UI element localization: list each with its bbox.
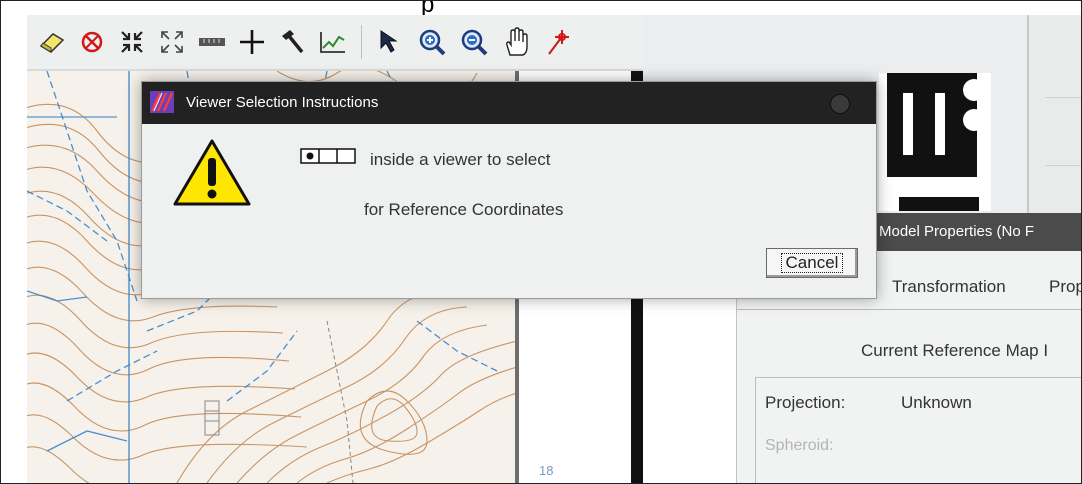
spheroid-label: Spheroid:: [765, 437, 834, 454]
tab-transformation[interactable]: Transformation: [892, 277, 1006, 297]
pan-hand-icon[interactable]: [499, 25, 533, 59]
cancel-button[interactable]: Cancel: [766, 248, 858, 278]
dialog-titlebar[interactable]: Viewer Selection Instructions: [142, 82, 876, 124]
dialog-title: Viewer Selection Instructions: [186, 94, 379, 111]
zoom-out-icon[interactable]: [457, 25, 491, 59]
logo-graphic: [879, 73, 991, 211]
mouse-left-button-icon: [300, 148, 356, 164]
application-window: p 18 Model Properties (No F Transformati…: [0, 0, 1082, 484]
tab-divider: [737, 309, 1081, 310]
expand-icon[interactable]: [155, 25, 189, 59]
warning-icon: [172, 138, 252, 208]
reference-map-heading: Current Reference Map I: [861, 341, 1049, 360]
cancel-button-label: Cancel: [780, 253, 844, 273]
clear-icon[interactable]: [75, 25, 109, 59]
viewer-selection-dialog: Viewer Selection Instructions inside a v…: [141, 81, 877, 299]
close-icon[interactable]: [830, 94, 850, 114]
clipped-header: p: [1, 1, 1081, 15]
crosshair-icon[interactable]: [235, 25, 269, 59]
app-icon: [150, 91, 174, 113]
ruler-icon[interactable]: [195, 25, 229, 59]
map-label: 18: [539, 463, 554, 478]
instruction-line-1: inside a viewer to select: [370, 150, 551, 169]
toolbar-separator: [361, 25, 362, 59]
model-properties-titlebar[interactable]: Model Properties (No F: [871, 213, 1081, 251]
tab-properties[interactable]: Prop: [1049, 277, 1081, 297]
shrink-icon[interactable]: [115, 25, 149, 59]
zoom-in-icon[interactable]: [415, 25, 449, 59]
profile-icon[interactable]: [315, 25, 349, 59]
hammer-icon[interactable]: [275, 25, 309, 59]
instruction-line-2: for Reference Coordinates: [364, 200, 564, 219]
pin-icon[interactable]: [541, 25, 575, 59]
pointer-icon[interactable]: [373, 25, 407, 59]
eraser-icon[interactable]: [35, 25, 69, 59]
projection-value: Unknown: [901, 393, 972, 412]
model-properties-title: Model Properties (No F: [879, 223, 1035, 240]
projection-label: Projection:: [765, 393, 846, 412]
